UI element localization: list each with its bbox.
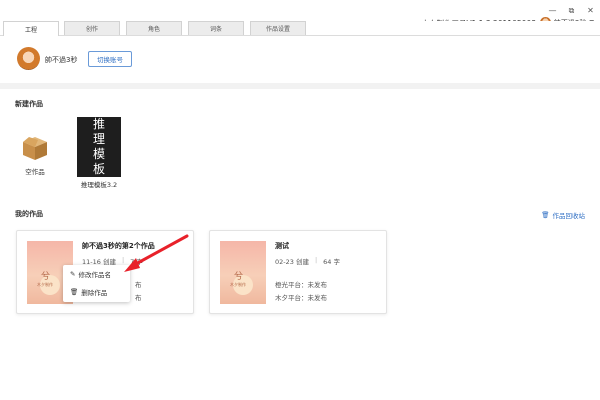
annotation-arrow xyxy=(124,234,189,272)
